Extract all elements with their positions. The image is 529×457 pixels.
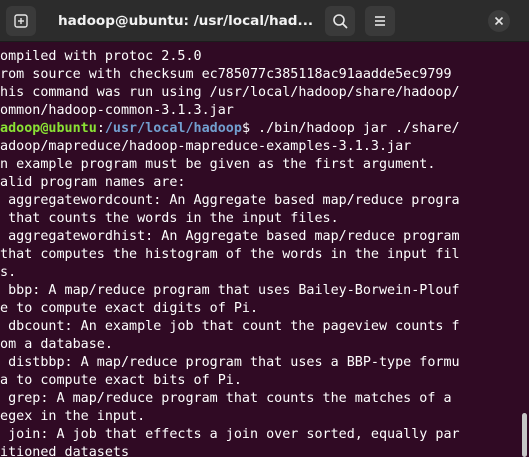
output-line: Compiled with protoc 2.5.0: [0, 49, 202, 64]
output-line: fe to compute exact digits of Pi.: [0, 301, 259, 316]
new-tab-icon: [14, 14, 28, 28]
output-line: bbp: A map/reduce program that uses Bail…: [0, 283, 460, 298]
output-line: regex in the input.: [0, 409, 146, 424]
hamburger-menu-icon: [375, 16, 385, 26]
output-line: From source with checksum ec785077c38511…: [0, 67, 452, 82]
search-icon: [333, 14, 348, 29]
output-line: that computes the histogram of the words…: [0, 247, 460, 262]
window-title: hadoop@ubuntu: /usr/local/had...: [58, 13, 314, 29]
menu-button[interactable]: [365, 6, 395, 36]
output-line: la to compute exact bits of Pi.: [0, 373, 242, 388]
output-line: dbcount: An example job that count the p…: [0, 319, 460, 334]
output-line: aggregatewordcount: An Aggregate based m…: [0, 193, 460, 208]
terminal-output[interactable]: Compiled with protoc 2.5.0 From source w…: [0, 46, 520, 457]
search-button[interactable]: [325, 6, 355, 36]
output-line: rom a database.: [0, 337, 113, 352]
close-icon: [494, 16, 504, 26]
output-line: grep: A map/reduce program that counts t…: [0, 391, 452, 406]
output-line: Valid program names are:: [0, 175, 186, 190]
new-tab-button[interactable]: [6, 6, 36, 36]
output-line: aggregatewordhist: An Aggregate based ma…: [0, 229, 460, 244]
close-button[interactable]: [488, 10, 510, 32]
output-line: common/hadoop-common-3.1.3.jar: [0, 103, 234, 118]
output-line: es.: [0, 265, 17, 280]
output-line: m that counts the words in the input fil…: [0, 211, 339, 226]
output-line: An example program must be given as the …: [0, 157, 436, 172]
output-line: join: A job that effects a join over sor…: [0, 427, 460, 442]
prompt-command: ./bin/hadoop jar ./share/: [250, 121, 460, 136]
prompt-line: hadoop@ubuntu:/usr/local/hadoop$ ./bin/h…: [0, 120, 460, 138]
prompt-path: /usr/local/hadoop: [104, 121, 242, 136]
prompt-separator: :: [96, 121, 105, 136]
terminal-window: hadoop@ubuntu: /usr/local/had... Compile…: [0, 0, 529, 457]
output-line: titioned datasets: [0, 445, 130, 457]
output-line: hadoop/mapreduce/hadoop-mapreduce-exampl…: [0, 139, 412, 154]
scrollbar-thumb[interactable]: [522, 413, 527, 457]
output-line: This command was run using /usr/local/ha…: [0, 85, 460, 100]
prompt-user-host: hadoop@ubuntu: [0, 121, 97, 136]
output-line: distbbp: A map/reduce program that uses …: [0, 355, 460, 370]
prompt-symbol: $: [241, 121, 250, 136]
title-bar: hadoop@ubuntu: /usr/local/had...: [0, 0, 529, 42]
